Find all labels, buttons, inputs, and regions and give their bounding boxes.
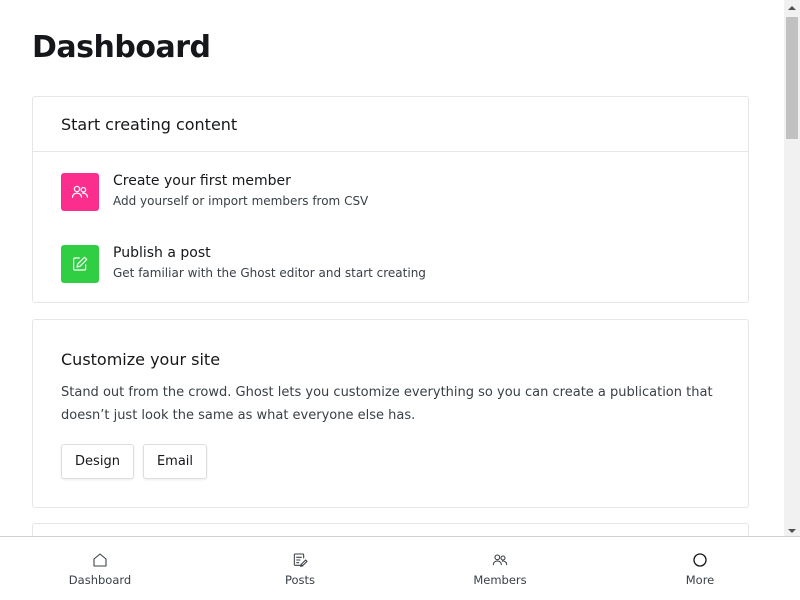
nav-label: Members bbox=[473, 573, 527, 587]
members-icon bbox=[492, 552, 508, 568]
start-creating-card: Start creating content Create your first… bbox=[32, 96, 749, 303]
nav-label: Dashboard bbox=[68, 573, 132, 587]
circle-icon bbox=[692, 552, 708, 568]
scrollbar-thumb[interactable] bbox=[786, 17, 798, 139]
action-title: Publish a post bbox=[113, 245, 211, 261]
page-title: Dashboard bbox=[32, 30, 211, 65]
action-subtitle: Add yourself or import members from CSV bbox=[113, 194, 369, 208]
card-description: Stand out from the crowd. Ghost lets you… bbox=[61, 385, 713, 423]
next-card bbox=[32, 523, 749, 537]
scrollbar[interactable] bbox=[784, 0, 800, 537]
customize-site-card: Customize your site Stand out from the c… bbox=[32, 319, 749, 508]
email-button[interactable]: Email bbox=[143, 444, 207, 479]
bottom-navigation: Dashboard Posts Members More bbox=[0, 536, 800, 600]
edit-icon bbox=[61, 245, 99, 283]
action-subtitle: Get familiar with the Ghost editor and s… bbox=[113, 266, 426, 280]
nav-posts[interactable]: Posts bbox=[200, 537, 400, 600]
card-title: Customize your site bbox=[61, 350, 221, 369]
action-title: Create your first member bbox=[113, 173, 291, 189]
nav-more[interactable]: More bbox=[600, 537, 800, 600]
posts-icon bbox=[292, 552, 308, 568]
nav-label: More bbox=[685, 573, 715, 587]
nav-members[interactable]: Members bbox=[400, 537, 600, 600]
card-title: Start creating content bbox=[33, 97, 748, 152]
nav-label: Posts bbox=[284, 573, 316, 587]
scroll-down-arrow[interactable] bbox=[788, 529, 796, 533]
scroll-up-arrow[interactable] bbox=[788, 6, 796, 10]
main-content: Dashboard Start creating content Create … bbox=[0, 0, 784, 537]
members-icon bbox=[61, 173, 99, 211]
nav-dashboard[interactable]: Dashboard bbox=[0, 537, 200, 600]
home-icon bbox=[92, 552, 108, 568]
design-button[interactable]: Design bbox=[61, 444, 134, 479]
